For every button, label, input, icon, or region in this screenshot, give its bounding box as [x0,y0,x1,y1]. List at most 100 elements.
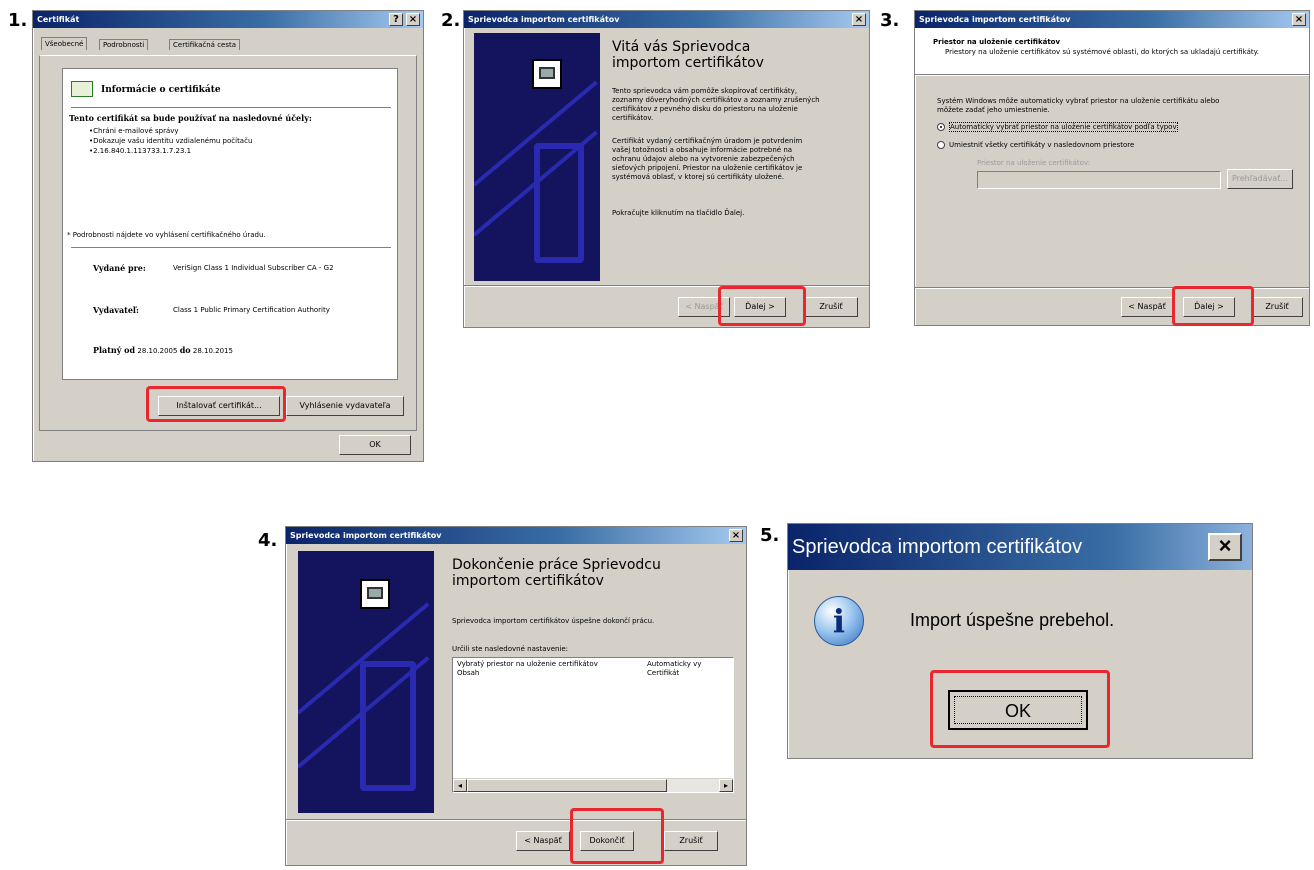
message-text: Import úspešne prebehol. [910,610,1115,630]
certificate-titlebar: Certifikát ? × [33,11,423,28]
certificate-title: Certifikát [37,15,80,24]
wizard-welcome-separator [464,285,869,287]
settings-value: Certifikát [647,669,680,677]
purpose-3: •2.16.840.1.113733.1.7.23.1 [89,147,192,155]
help-icon[interactable]: ? [389,13,403,26]
wizard-finish-separator [286,819,746,821]
message-title: Sprievodca importom certifikátov [792,536,1083,558]
store-header: Priestor na uloženie certifikátov Priest… [915,28,1309,74]
close-icon[interactable]: × [1208,533,1242,561]
issuer-statement-button[interactable]: Vyhlásenie vydavateľa [286,396,404,416]
step-4-label: 4. [258,530,278,551]
wizard-welcome-titlebar: Sprievodca importom certifikátov × [464,11,869,28]
valid-to-label: do [179,345,191,355]
info-separator-2 [71,247,391,249]
wizard-store-dialog: Sprievodca importom certifikátov × Pries… [914,10,1310,326]
statement-note: * Podrobnosti nájdete vo vyhlásení certi… [67,231,266,239]
info-box: Informácie o certifikáte Tento certifiká… [62,68,398,380]
cancel-button[interactable]: Zrušiť [1251,297,1303,317]
issued-to-value: VeriSign Class 1 Individual Subscriber C… [173,264,334,272]
store-paragraph: Systém Windows môže automaticky vybrať p… [937,97,1220,114]
cancel-button[interactable]: Zrušiť [664,831,718,851]
finish-paragraph: Sprievodca importom certifikátov úspešne… [452,617,655,625]
validity-row: Platný od 28.10.2005 do 28.10.2015 [93,345,233,355]
tab-cert-path[interactable]: Certifikačná cesta [169,39,241,50]
purpose-heading: Tento certifikát sa bude používať na nas… [69,113,312,123]
scroll-thumb[interactable] [467,779,667,792]
close-icon[interactable]: × [852,13,866,26]
radio-auto-row[interactable]: Automaticky vybrať priestor na uloženie … [937,122,1178,132]
wizard-store-titlebar: Sprievodca importom certifikátov × [915,11,1309,28]
store-header-separator [915,74,1309,76]
settings-label: Určili ste nasledovné nastavenie: [452,645,569,653]
settings-value: Automaticky vy [647,660,702,668]
banner-decoration [360,661,416,791]
highlight-finish-button [570,808,664,864]
settings-key: Obsah [457,669,480,677]
certificate-icon [71,81,93,97]
cancel-button[interactable]: Zrušiť [804,297,858,317]
highlight-install-button [146,386,286,422]
settings-row: Obsah [457,669,479,677]
scroll-right-icon[interactable]: ▸ [719,779,733,792]
browse-button[interactable]: Prehľadávať... [1227,169,1293,189]
close-icon[interactable]: × [729,529,743,542]
certificate-wizard-icon [532,59,562,89]
certificate-wizard-icon [360,579,390,609]
tab-details[interactable]: Podrobnosti [99,39,149,50]
wizard-finish-title: Sprievodca importom certifikátov [290,531,442,540]
horizontal-scrollbar[interactable]: ◂ ▸ [453,778,733,792]
step-3-label: 3. [880,10,900,31]
scroll-left-icon[interactable]: ◂ [453,779,467,792]
radio-manual-row[interactable]: Umiestniť všetky certifikáty v nasledovn… [937,141,1134,149]
settings-key: Vybratý priestor na uloženie certifikáto… [457,660,598,668]
radio-auto-selected[interactable] [937,123,945,131]
valid-from-value: 28.10.2005 [137,347,178,355]
store-subheading: Priestory na uloženie certifikátov sú sy… [945,48,1259,56]
step-5-label: 5. [760,525,780,546]
info-separator-1 [71,107,391,109]
valid-to-value: 28.10.2015 [192,347,233,355]
purpose-1: •Chráni e-mailové správy [89,127,179,135]
radio-manual-label: Umiestniť všetky certifikáty v nasledovn… [949,141,1135,149]
issued-to-label: Vydané pre: [93,263,146,273]
radio-auto-label: Automaticky vybrať priestor na uloženie … [949,122,1178,132]
settings-row: Vybratý priestor na uloženie certifikáto… [457,660,598,668]
info-icon: i [814,596,864,646]
close-icon[interactable]: × [1292,13,1306,26]
wizard-welcome-title: Sprievodca importom certifikátov [468,15,620,24]
close-icon[interactable]: × [406,13,420,26]
wizard-finish-dialog: Sprievodca importom certifikátov × Dokon… [285,526,747,866]
purpose-2: •Dokazuje vašu identitu vzdialenému počí… [89,137,253,145]
back-button[interactable]: < Naspäť [516,831,570,851]
tab-general[interactable]: Všeobecné [41,37,88,50]
highlight-next-button-step2 [718,286,806,326]
wizard-store-title: Sprievodca importom certifikátov [919,15,1071,24]
store-heading: Priestor na uloženie certifikátov [933,38,1061,46]
highlight-next-button-step3 [1172,286,1254,326]
welcome-paragraph-3: Pokračujte kliknutím na tlačidlo Ďalej. [612,209,745,217]
store-field-label: Priestor na uloženie certifikátov: [977,159,1091,167]
wizard-banner [298,551,434,813]
wizard-banner [474,33,600,281]
certificate-ok-button[interactable]: OK [339,435,411,455]
tab-panel: Informácie o certifikáte Tento certifiká… [39,55,417,431]
issuer-value: Class 1 Public Primary Certification Aut… [173,306,330,314]
store-field[interactable] [977,171,1221,189]
wizard-welcome-dialog: Sprievodca importom certifikátov × Vitá … [463,10,870,328]
step-2-label: 2. [441,10,461,31]
finish-title: Dokončenie práce Sprievodcu importom cer… [452,557,661,589]
step-1-label: 1. [8,10,28,31]
message-titlebar: Sprievodca importom certifikátov × [788,524,1252,570]
radio-manual[interactable] [937,141,945,149]
wizard-finish-titlebar: Sprievodca importom certifikátov × [286,527,746,544]
issuer-label: Vydavateľ: [93,305,139,315]
welcome-paragraph-1: Tento sprievodca vám pomôže skopírovať c… [612,87,820,122]
welcome-title: Vitá vás Sprievodca importom certifikáto… [612,39,764,71]
info-title: Informácie o certifikáte [101,85,221,95]
settings-list[interactable]: Vybratý priestor na uloženie certifikáto… [452,657,734,793]
welcome-paragraph-2: Certifikát vydaný certifikačným úradom j… [612,137,803,181]
valid-from-label: Platný od [93,345,136,355]
highlight-ok-button [930,670,1110,748]
back-button[interactable]: < Naspäť [1121,297,1173,317]
